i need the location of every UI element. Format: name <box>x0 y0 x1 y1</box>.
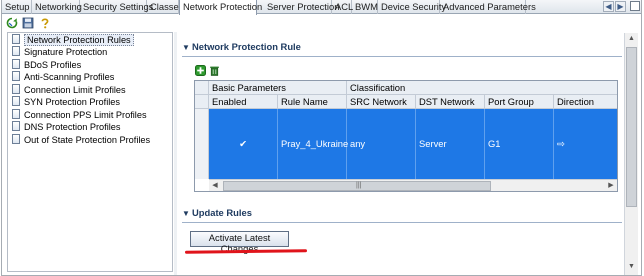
sidebar-item-label: BDoS Profiles <box>24 59 82 70</box>
cell-dst-network[interactable]: Server <box>416 109 485 179</box>
column-header-dst-network[interactable]: DST Network <box>416 95 485 109</box>
sidebar-item-network-protection-rules[interactable]: Network Protection Rules <box>12 34 134 46</box>
section-update-rules[interactable]: ▼ Update Rules <box>182 206 252 220</box>
tab-acl[interactable]: ACL <box>332 0 353 14</box>
refresh-icon[interactable] <box>6 17 18 29</box>
app-window: Setup Networking Security Settings Class… <box>1 0 642 276</box>
sidebar-item-label: Signature Protection <box>24 47 108 57</box>
sidebar-item-label: Network Protection Rules <box>24 34 134 46</box>
document-icon <box>12 133 20 144</box>
column-header-enabled[interactable]: Enabled <box>209 95 278 109</box>
column-header-port-group[interactable]: Port Group <box>485 95 554 109</box>
toolbar <box>2 15 641 32</box>
sidebar-item-label: Anti-Scanning Profiles <box>24 72 115 82</box>
activate-latest-changes-button[interactable]: Activate Latest Changes <box>190 231 289 254</box>
tab-bwm[interactable]: BWM <box>352 0 378 14</box>
horizontal-scroll-thumb[interactable]: ||| <box>223 181 491 191</box>
scroll-right-arrow-icon[interactable]: ▶ <box>605 180 617 191</box>
group-header-basic-parameters: Basic Parameters <box>209 81 347 95</box>
help-icon[interactable] <box>39 17 51 29</box>
tab-scroll-right-icon[interactable]: ▶ <box>615 1 626 12</box>
column-header-src-network[interactable]: SRC Network <box>347 95 416 109</box>
panel-splitter[interactable] <box>174 32 177 275</box>
sidebar-item-dns-protection-profiles[interactable]: DNS Protection Profiles <box>12 121 121 133</box>
tab-advanced-parameters[interactable]: Advanced Parameters <box>440 0 536 14</box>
delete-icon[interactable] <box>209 65 220 76</box>
scroll-up-arrow-icon[interactable]: ▲ <box>625 33 638 45</box>
document-icon <box>12 46 20 56</box>
sidebar-item-signature-protection[interactable]: Signature Protection <box>12 46 107 58</box>
table-row[interactable]: ✔ Pray_4_Ukraine any Server G1 ⇨ <box>209 109 617 179</box>
cell-direction[interactable]: ⇨ <box>554 109 617 179</box>
collapse-chevron-icon: ▼ <box>182 43 190 52</box>
tab-server-protection[interactable]: Server Protection <box>264 0 339 14</box>
document-icon <box>12 121 20 131</box>
tab-security-settings[interactable]: Security Settings <box>80 0 153 14</box>
collapse-chevron-icon: ▼ <box>182 209 190 218</box>
cell-rule-name[interactable]: Pray_4_Ukraine <box>278 109 348 179</box>
vertical-scroll-thumb[interactable] <box>626 47 637 207</box>
tab-setup[interactable]: Setup <box>2 0 32 14</box>
cell-src-network[interactable]: any <box>347 109 416 179</box>
section-title: Network Protection Rule <box>192 41 301 52</box>
sidebar-item-label: DNS Protection Profiles <box>24 122 121 132</box>
column-header-rule-name[interactable]: Rule Name <box>278 95 347 109</box>
sidebar-item-connection-pps-limit-profiles[interactable]: Connection PPS Limit Profiles <box>12 108 147 121</box>
sidebar-item-label: Out of State Protection Profiles <box>24 134 151 145</box>
vertical-scrollbar[interactable]: ▲ ▼ <box>624 33 638 275</box>
section-network-protection-rule[interactable]: ▼ Network Protection Rule <box>182 40 301 54</box>
rules-table: Basic Parameters Classification Enabled … <box>194 80 618 192</box>
scroll-left-arrow-icon[interactable]: ◀ <box>209 180 221 191</box>
sidebar-item-label: Connection Limit Profiles <box>24 84 126 95</box>
tab-classes[interactable]: Classes <box>147 0 183 14</box>
scroll-down-arrow-icon[interactable]: ▼ <box>625 261 638 273</box>
save-icon[interactable] <box>22 17 34 29</box>
section-divider <box>182 222 622 223</box>
tab-bar: Setup Networking Security Settings Class… <box>2 0 641 15</box>
sidebar-item-anti-scanning-profiles[interactable]: Anti-Scanning Profiles <box>12 71 114 83</box>
sidebar-item-label: SYN Protection Profiles <box>24 97 120 107</box>
document-icon <box>12 71 20 81</box>
corner-cell <box>195 95 209 109</box>
sidebar-item-out-of-state-protection-profiles[interactable]: Out of State Protection Profiles <box>12 133 151 146</box>
window-restore-icon[interactable] <box>630 1 640 11</box>
row-header[interactable] <box>195 109 209 179</box>
document-icon <box>12 96 20 106</box>
document-icon <box>12 34 20 44</box>
tab-networking[interactable]: Networking <box>32 0 82 14</box>
cell-port-group[interactable]: G1 <box>485 109 554 179</box>
tab-device-security[interactable]: Device Security <box>378 0 446 14</box>
document-icon <box>12 108 20 119</box>
cell-enabled[interactable]: ✔ <box>209 109 278 179</box>
sidebar-tree: Network Protection Rules Signature Prote… <box>7 32 173 272</box>
add-icon[interactable] <box>195 65 206 76</box>
section-title: Update Rules <box>192 207 252 218</box>
column-header-direction[interactable]: Direction <box>554 95 617 109</box>
corner-cell <box>195 81 209 95</box>
section-divider <box>182 56 622 57</box>
table-header: Basic Parameters Classification Enabled … <box>195 81 617 109</box>
sidebar-item-bdos-profiles[interactable]: BDoS Profiles <box>12 58 82 71</box>
document-icon <box>12 83 20 94</box>
sidebar-item-syn-protection-profiles[interactable]: SYN Protection Profiles <box>12 96 120 108</box>
tab-scroll-left-icon[interactable]: ◀ <box>603 1 614 12</box>
group-header-classification: Classification <box>347 81 617 95</box>
horizontal-scrollbar[interactable]: ◀ ||| ▶ <box>209 179 617 191</box>
document-icon <box>12 58 20 69</box>
tab-network-protection[interactable]: Network Protection <box>179 0 262 15</box>
sidebar-item-connection-limit-profiles[interactable]: Connection Limit Profiles <box>12 83 126 96</box>
sidebar-item-label: Connection PPS Limit Profiles <box>24 109 147 120</box>
